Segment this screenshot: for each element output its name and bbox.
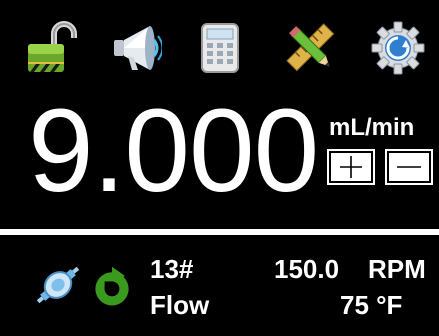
tools-icon[interactable] xyxy=(283,20,339,76)
decrease-button[interactable] xyxy=(385,149,433,185)
tubing-size-label: 13# xyxy=(150,254,194,284)
unlock-icon[interactable] xyxy=(24,20,80,76)
speed-value: 150.0 xyxy=(274,254,340,284)
speed-unit-label: RPM xyxy=(368,254,426,284)
pump-head-icon[interactable] xyxy=(32,259,84,311)
increase-button[interactable] xyxy=(327,149,375,185)
minus-icon xyxy=(397,166,421,168)
flow-unit-label: mL/min xyxy=(329,114,415,141)
main-display-panel: 9.000 mL/min xyxy=(0,0,439,229)
flow-rate-value: 9.000 xyxy=(28,85,319,217)
rotation-direction-icon[interactable] xyxy=(88,263,136,311)
mode-label: Flow xyxy=(150,290,210,320)
plus-icon xyxy=(340,156,362,178)
status-panel: 13# Flow 150.0 RPM 75 °F xyxy=(0,235,439,336)
megaphone-icon[interactable] xyxy=(106,20,162,76)
settings-gear-icon[interactable] xyxy=(370,20,426,76)
calculator-icon[interactable] xyxy=(192,20,248,76)
temperature-readout: 75 °F xyxy=(340,290,403,320)
